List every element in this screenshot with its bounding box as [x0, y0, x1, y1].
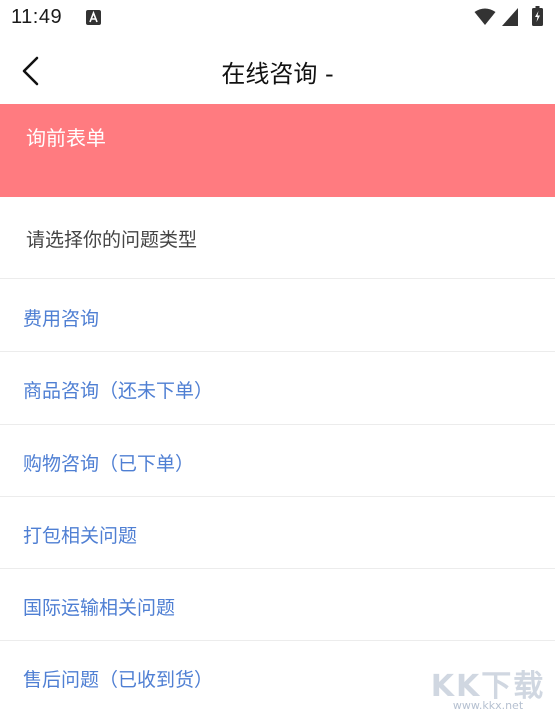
question-type-prompt: 请选择你的问题类型: [0, 197, 555, 279]
form-header: 询前表单: [0, 104, 555, 197]
option-international-shipping[interactable]: 国际运输相关问题: [0, 569, 555, 642]
option-label: 售后问题（已收到货）: [23, 669, 214, 692]
option-label: 商品咨询（还未下单）: [23, 380, 214, 403]
status-time: 11:49: [11, 6, 63, 28]
options-list: 费用咨询 商品咨询（还未下单） 购物咨询（已下单） 打包相关问题 国际运输相关问…: [0, 280, 555, 714]
option-label: 打包相关问题: [23, 524, 138, 547]
status-bar: 11:49: [0, 0, 555, 38]
form-header-title: 询前表单: [26, 126, 106, 150]
watermark-logo: KK下载 www.kkx.net: [429, 661, 547, 717]
option-label: 购物咨询（已下单）: [23, 452, 195, 475]
watermark-url: www.kkx.net: [452, 699, 524, 712]
option-product-inquiry[interactable]: 商品咨询（还未下单）: [0, 352, 555, 425]
option-packing-questions[interactable]: 打包相关问题: [0, 497, 555, 570]
app-bar: 在线咨询 -: [0, 38, 555, 104]
wifi-icon: [474, 8, 496, 25]
page-title: 在线咨询 -: [221, 60, 334, 88]
prompt-text: 请选择你的问题类型: [26, 229, 198, 251]
signal-icon: [502, 8, 518, 26]
option-shopping-inquiry[interactable]: 购物咨询（已下单）: [0, 425, 555, 497]
battery-charging-icon: [532, 6, 543, 26]
option-fee-inquiry[interactable]: 费用咨询: [0, 280, 555, 353]
a-notification-icon: [86, 10, 101, 25]
option-label: 国际运输相关问题: [23, 597, 176, 620]
option-label: 费用咨询: [23, 308, 100, 330]
